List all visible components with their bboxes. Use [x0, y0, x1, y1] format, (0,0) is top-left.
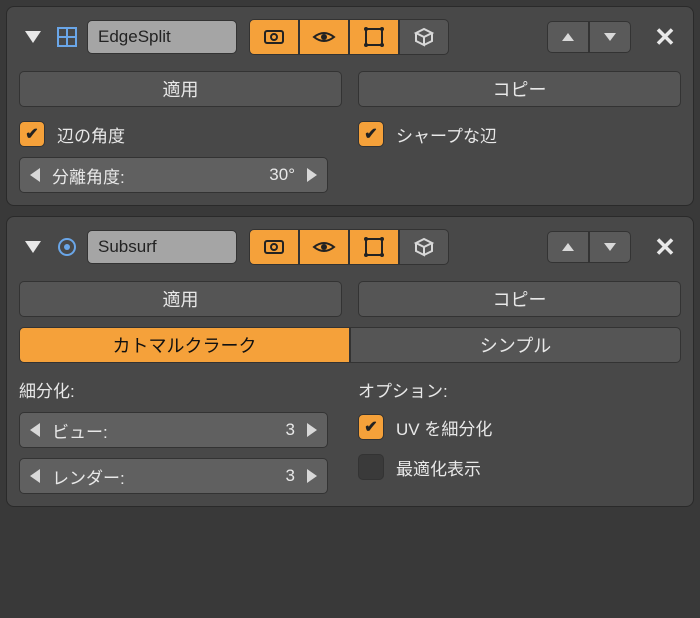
modifier-name-input[interactable]: Subsurf [87, 230, 237, 264]
collapse-toggle-icon[interactable] [25, 241, 41, 253]
copy-button[interactable]: コピー [358, 281, 681, 317]
move-up-button[interactable] [547, 231, 589, 263]
split-angle-value: 30° [269, 165, 295, 185]
chevron-right-icon[interactable] [307, 423, 317, 437]
chevron-left-icon[interactable] [30, 168, 40, 182]
collapse-toggle-icon[interactable] [25, 31, 41, 43]
subsurf-modifier-icon [55, 235, 79, 259]
uv-subdivide-checkbox[interactable] [358, 414, 384, 440]
render-visibility-toggle[interactable] [249, 229, 299, 265]
copy-button[interactable]: コピー [358, 71, 681, 107]
render-subdivision-field[interactable]: レンダー: 3 [19, 458, 328, 494]
viewport-visibility-toggle[interactable] [299, 19, 349, 55]
move-down-button[interactable] [589, 21, 631, 53]
split-angle-field[interactable]: 分離角度: 30° [19, 157, 328, 193]
modifier-panel-edgesplit: EdgeSplit ✕ 適用 コピー [6, 6, 694, 206]
view-subdivision-field[interactable]: ビュー: 3 [19, 412, 328, 448]
move-group [547, 21, 631, 53]
editmode-visibility-toggle[interactable] [349, 19, 399, 55]
modifier-header: Subsurf ✕ [19, 223, 681, 271]
sharp-edge-label: シャープな辺 [396, 122, 497, 147]
edge-angle-checkbox[interactable] [19, 121, 45, 147]
move-up-button[interactable] [547, 21, 589, 53]
remove-modifier-button[interactable]: ✕ [649, 231, 681, 263]
optimal-display-label: 最適化表示 [396, 455, 481, 480]
visibility-toggle-group [249, 19, 449, 55]
modifier-panel-subsurf: Subsurf ✕ 適用 コピー [6, 216, 694, 507]
editmode-visibility-toggle[interactable] [349, 229, 399, 265]
view-value: 3 [286, 420, 295, 440]
chevron-left-icon[interactable] [30, 423, 40, 437]
subdivision-section-label: 細分化: [19, 377, 342, 402]
chevron-right-icon[interactable] [307, 168, 317, 182]
move-group [547, 231, 631, 263]
move-down-button[interactable] [589, 231, 631, 263]
visibility-toggle-group [249, 229, 449, 265]
view-label: ビュー: [52, 418, 108, 443]
render-value: 3 [286, 466, 295, 486]
render-visibility-toggle[interactable] [249, 19, 299, 55]
viewport-visibility-toggle[interactable] [299, 229, 349, 265]
apply-button[interactable]: 適用 [19, 71, 342, 107]
cage-visibility-toggle[interactable] [399, 19, 449, 55]
sharp-edge-checkbox[interactable] [358, 121, 384, 147]
options-section-label: オプション: [358, 377, 681, 402]
split-angle-label: 分離角度: [52, 163, 125, 188]
edgesplit-modifier-icon [55, 25, 79, 49]
uv-subdivide-label: UV を細分化 [396, 415, 492, 440]
tab-catmull-clark[interactable]: カトマルクラーク [19, 327, 350, 363]
edge-angle-label: 辺の角度 [57, 122, 125, 147]
chevron-left-icon[interactable] [30, 469, 40, 483]
cage-visibility-toggle[interactable] [399, 229, 449, 265]
optimal-display-checkbox[interactable] [358, 454, 384, 480]
tab-simple[interactable]: シンプル [350, 327, 681, 363]
render-label: レンダー: [52, 464, 125, 489]
remove-modifier-button[interactable]: ✕ [649, 21, 681, 53]
modifier-header: EdgeSplit ✕ [19, 13, 681, 61]
modifier-name-input[interactable]: EdgeSplit [87, 20, 237, 54]
chevron-right-icon[interactable] [307, 469, 317, 483]
apply-button[interactable]: 適用 [19, 281, 342, 317]
